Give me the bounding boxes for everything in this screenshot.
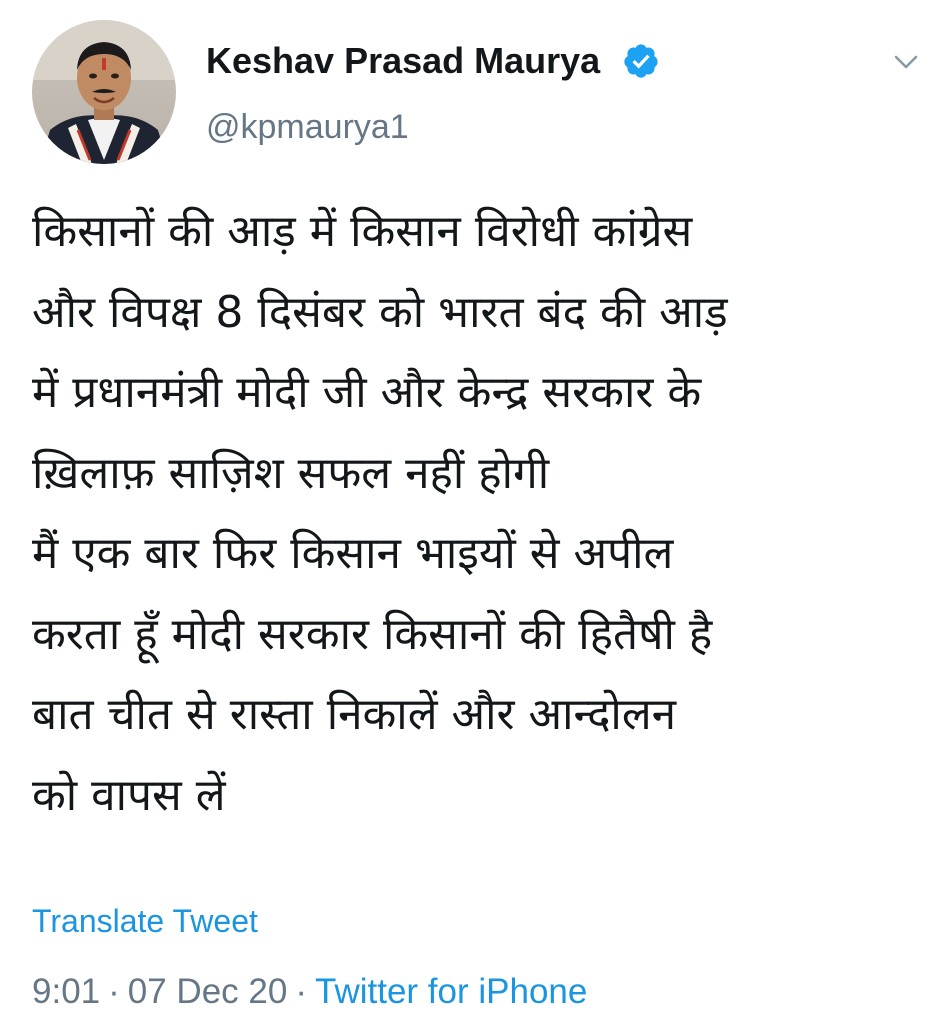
tweet-text-line: में प्रधानमंत्री मोदी जी और केन्द्र सरका… [32, 367, 702, 418]
tweet-meta: 9:01 · 07 Dec 20 · Twitter for iPhone [32, 968, 587, 1016]
user-handle[interactable]: @kpmaurya1 [206, 106, 409, 148]
tweet-time[interactable]: 9:01 [32, 972, 100, 1011]
meta-separator: · [295, 972, 307, 1011]
tweet-text-line: को वापस लें [32, 769, 226, 821]
tweet-text-line: बात चीत से रास्ता निकालें और आन्दोलन [32, 689, 677, 740]
verified-badge-icon [624, 44, 658, 78]
display-name[interactable]: Keshav Prasad Maurya [206, 38, 600, 84]
meta-separator: · [108, 972, 120, 1011]
tweet-text-line: किसानों की आड़ में किसान विरोधी कांग्रेस [32, 206, 693, 257]
tweet-source-link[interactable]: Twitter for iPhone [315, 972, 587, 1011]
tweet-text-line: और विपक्ष 8 दिसंबर को भारत बंद की आड़ [32, 286, 728, 338]
translate-tweet-link[interactable]: Translate Tweet [32, 900, 258, 942]
tweet-text: किसानों की आड़ में किसान विरोधी कांग्रेस… [32, 192, 932, 836]
tweet-date[interactable]: 07 Dec 20 [128, 972, 288, 1011]
tweet-card: Keshav Prasad Maurya @kpmaurya1 किसानों … [0, 0, 952, 1024]
tweet-text-line: मैं एक बार फिर किसान भाइयों से अपील [32, 528, 674, 579]
chevron-down-icon[interactable] [888, 48, 924, 76]
tweet-text-line: करता हूँ मोदी सरकार किसानों की हितैषी है [32, 608, 713, 660]
avatar[interactable] [32, 20, 176, 164]
tweet-text-line: ख़िलाफ़ साज़िश सफल नहीं होगी [32, 447, 550, 499]
